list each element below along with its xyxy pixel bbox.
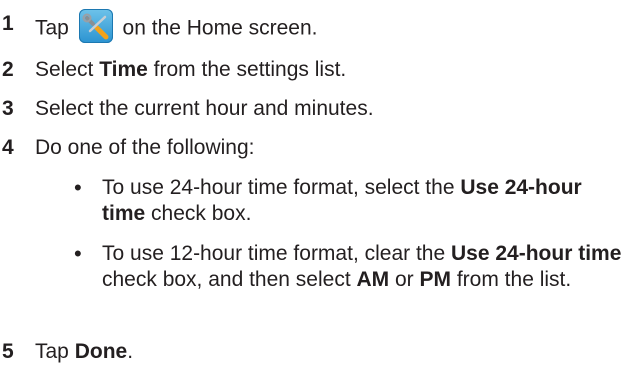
bullet-marker: • <box>74 241 82 266</box>
bullet-text-part: from the list. <box>451 268 572 291</box>
step-text: Select the current hour and minutes. <box>35 97 374 120</box>
step-text-pre: Select <box>35 58 100 81</box>
step-text: Tap Done. <box>35 340 133 364</box>
step-number: 4 <box>2 136 14 159</box>
ui-term-done: Done <box>74 340 128 363</box>
bullet-text: To use 12-hour time format, clear the Us… <box>102 241 622 293</box>
bullet-text-part: To use 12-hour time format, clear the <box>102 242 451 265</box>
step-number: 2 <box>2 58 14 81</box>
bullet-text-part: To use 24-hour time format, select the <box>102 176 461 199</box>
settings-tools-icon <box>78 9 113 43</box>
step-text: Select Time from the settings list. <box>35 58 346 82</box>
bullet-text-part: check box. <box>145 202 252 225</box>
bullet-text: To use 24-hour time format, select the U… <box>102 175 622 227</box>
step-text: Tap on the Home screen. <box>35 9 318 46</box>
step-number: 3 <box>2 97 14 120</box>
ui-term-time: Time <box>99 58 148 81</box>
bullet-text-part: or <box>389 268 420 291</box>
ui-term-pm: PM <box>419 268 452 291</box>
ui-term-use-24-hour-time: Use 24-hour time <box>451 242 622 265</box>
step-text-before: Tap <box>35 16 69 40</box>
step-number: 1 <box>2 12 14 35</box>
bullet-text-part: check box, and then select <box>102 268 357 291</box>
ui-term-am: AM <box>356 268 390 291</box>
step-text-post: . <box>127 340 134 363</box>
step-text-post: from the settings list. <box>147 58 347 81</box>
bullet-marker: • <box>74 175 82 200</box>
step-text: Do one of the following: <box>35 136 255 159</box>
step-text-pre: Tap <box>35 340 75 363</box>
step-text-after: on the Home screen. <box>122 16 318 40</box>
step-number: 5 <box>2 340 14 363</box>
